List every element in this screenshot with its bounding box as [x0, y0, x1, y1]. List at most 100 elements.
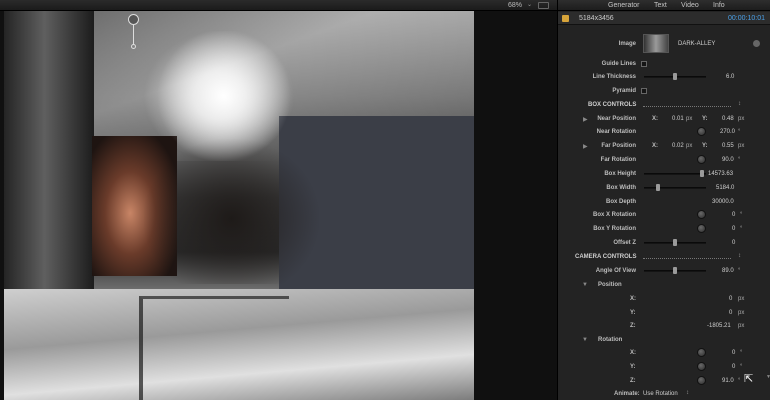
rot-y-unit: °: [740, 364, 743, 370]
pos-y-value[interactable]: 0: [729, 310, 732, 316]
near-x-value[interactable]: 0.01: [672, 116, 684, 122]
image-name: DARK-ALLEY: [678, 41, 716, 47]
line-thickness-slider-knob[interactable]: [673, 73, 677, 80]
far-rotation-label: Far Rotation: [600, 157, 636, 163]
scene-railing: [139, 296, 289, 400]
box-width-slider[interactable]: [644, 187, 706, 189]
angle-of-view-unit: °: [738, 268, 741, 274]
image-label: Image: [618, 41, 636, 47]
clip-timecode: 00:00:10:01: [728, 15, 765, 22]
inspector-tabs: Generator Text Video Info: [558, 0, 770, 11]
box-controls-heading: BOX CONTROLS: [588, 102, 637, 108]
position-disclosure-icon[interactable]: ▼: [582, 282, 588, 288]
animate-label: Animate:: [614, 391, 640, 397]
offset-z-slider-knob[interactable]: [673, 239, 677, 246]
zoom-level[interactable]: 68%: [508, 0, 522, 11]
animate-select[interactable]: Use Rotation: [643, 391, 678, 397]
near-y-unit: px: [738, 116, 745, 122]
box-width-value[interactable]: 5184.0: [716, 185, 734, 191]
near-y-value[interactable]: 0.48: [722, 116, 734, 122]
box-height-slider[interactable]: [644, 173, 706, 175]
angle-of-view-slider-knob[interactable]: [673, 267, 677, 274]
onscreen-control-anchor[interactable]: [131, 44, 136, 49]
far-rotation-value[interactable]: 90.0: [722, 157, 734, 163]
box-y-rotation-dial[interactable]: [697, 224, 706, 233]
viewer-panel: 68% ⌄: [0, 0, 557, 400]
near-x-unit: px: [686, 116, 693, 122]
rot-x-value[interactable]: 0: [732, 350, 735, 356]
box-height-slider-knob[interactable]: [700, 170, 705, 177]
box-width-slider-knob[interactable]: [655, 184, 660, 191]
far-rotation-dial[interactable]: [697, 155, 706, 164]
animate-select-chevron-icon[interactable]: ↕: [686, 390, 689, 396]
near-x-label: X:: [652, 116, 658, 122]
far-y-value[interactable]: 0.55: [722, 143, 734, 149]
far-y-unit: px: [738, 143, 745, 149]
rot-z-value[interactable]: 91.0: [722, 378, 734, 384]
box-controls-menu-icon[interactable]: ↕: [738, 101, 741, 107]
pyramid-checkbox[interactable]: [641, 88, 647, 94]
rot-x-dial[interactable]: [697, 348, 706, 357]
zoom-chevron-icon[interactable]: ⌄: [527, 0, 532, 11]
pos-z-label: Z:: [630, 323, 636, 329]
view-options-icon[interactable]: [538, 2, 549, 9]
guide-lines-label: Guide Lines: [601, 61, 636, 67]
far-rotation-unit: °: [738, 157, 741, 163]
image-thumbnail[interactable]: [643, 34, 669, 53]
camera-controls-menu-icon[interactable]: ↕: [738, 253, 741, 259]
rot-z-dial[interactable]: [697, 376, 706, 385]
line-thickness-value[interactable]: 6.0: [726, 74, 734, 80]
near-rotation-value[interactable]: 270.0: [720, 129, 735, 135]
far-position-label: Far Position: [601, 143, 636, 149]
near-rotation-unit: °: [738, 129, 741, 135]
offset-z-value[interactable]: 0: [732, 240, 735, 246]
near-position-label: Near Position: [597, 116, 636, 122]
tab-info[interactable]: Info: [713, 0, 725, 11]
cursor-icon: ⇱: [744, 373, 754, 385]
line-thickness-label: Line Thickness: [592, 74, 636, 80]
tab-generator[interactable]: Generator: [608, 0, 640, 11]
box-x-rotation-value[interactable]: 0: [732, 212, 735, 218]
far-x-unit: px: [686, 143, 693, 149]
pos-y-unit: px: [738, 310, 745, 316]
box-height-value[interactable]: 14573.63: [708, 171, 733, 177]
generator-icon: [562, 15, 569, 22]
tab-video[interactable]: Video: [681, 0, 699, 11]
box-depth-value[interactable]: 30000.0: [712, 199, 734, 205]
pos-x-label: X:: [630, 296, 636, 302]
box-width-label: Box Width: [606, 185, 636, 191]
box-y-rotation-value[interactable]: 0: [732, 226, 735, 232]
box-x-rotation-dial[interactable]: [697, 210, 706, 219]
rot-z-unit: °: [738, 378, 741, 384]
position-label: Position: [598, 282, 622, 288]
pos-x-value[interactable]: 0: [729, 296, 732, 302]
box-height-label: Box Height: [604, 171, 636, 177]
angle-of-view-value[interactable]: 89.0: [722, 268, 734, 274]
rot-y-dial[interactable]: [697, 362, 706, 371]
rot-y-value[interactable]: 0: [732, 364, 735, 370]
far-x-label: X:: [652, 143, 658, 149]
tab-text[interactable]: Text: [654, 0, 667, 11]
clip-resolution: 5184x3456: [579, 15, 614, 22]
pos-z-unit: px: [738, 323, 745, 329]
rot-x-label: X:: [630, 350, 636, 356]
onscreen-control-line: [133, 25, 134, 45]
far-x-value[interactable]: 0.02: [672, 143, 684, 149]
pyramid-label: Pyramid: [612, 88, 636, 94]
box-y-rotation-label: Box Y Rotation: [593, 226, 636, 232]
add-image-icon[interactable]: [753, 40, 760, 47]
scroll-down-icon[interactable]: ▼: [766, 374, 770, 380]
scene-light-flare: [154, 31, 294, 161]
rotation-label: Rotation: [598, 337, 623, 343]
camera-controls-divider: [643, 258, 731, 259]
near-rotation-dial[interactable]: [697, 127, 706, 136]
rotation-disclosure-icon[interactable]: ▼: [582, 337, 588, 343]
near-rotation-label: Near Rotation: [596, 129, 636, 135]
onscreen-control-handle[interactable]: [128, 14, 139, 25]
pos-z-value[interactable]: -1805.21: [707, 323, 731, 329]
pos-y-label: Y:: [630, 310, 636, 316]
video-frame[interactable]: [4, 11, 474, 400]
guide-lines-checkbox[interactable]: [641, 61, 647, 67]
camera-controls-heading: CAMERA CONTROLS: [575, 254, 637, 260]
near-y-label: Y:: [702, 116, 708, 122]
